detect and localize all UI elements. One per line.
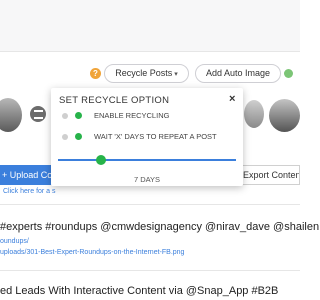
- avatar[interactable]: [0, 98, 22, 132]
- radio-icon[interactable]: [62, 113, 68, 119]
- post-link[interactable]: oundups/: [0, 238, 29, 245]
- avatar[interactable]: [244, 100, 264, 128]
- post-text: #experts #roundups @cmwdesignagency @nir…: [0, 221, 320, 233]
- enable-recycling-option[interactable]: ENABLE RECYCLING: [62, 111, 242, 121]
- post-link[interactable]: uploads/301-Best-Expert-Roundups-on-the-…: [0, 249, 184, 256]
- help-icon[interactable]: ?: [90, 68, 101, 79]
- recycle-posts-label: Recycle Posts: [115, 68, 173, 78]
- chevron-down-icon: ▾: [174, 71, 178, 78]
- recycle-posts-button[interactable]: Recycle Posts ▾: [104, 64, 189, 83]
- post-text: ed Leads With Interactive Content via @S…: [0, 285, 279, 297]
- days-slider-handle[interactable]: [96, 155, 106, 165]
- add-auto-image-button[interactable]: Add Auto Image: [195, 64, 281, 83]
- radio-icon[interactable]: [62, 134, 68, 140]
- close-icon[interactable]: ×: [229, 93, 235, 105]
- wait-days-option[interactable]: WAIT 'X' DAYS TO REPEAT A POST: [62, 132, 242, 142]
- divider: [0, 270, 300, 271]
- upload-content-button[interactable]: + Upload Co: [0, 165, 55, 185]
- days-slider-track[interactable]: [58, 159, 236, 161]
- status-dot-icon: [75, 112, 82, 119]
- top-bar: [0, 0, 300, 52]
- stack-icon: [34, 110, 43, 119]
- export-content-button[interactable]: Export Content: [234, 165, 300, 185]
- divider: [0, 204, 300, 205]
- option-label: ENABLE RECYCLING: [94, 111, 170, 120]
- recycle-option-modal: SET RECYCLE OPTION × ENABLE RECYCLING WA…: [51, 88, 243, 186]
- slider-value: 7 DAYS: [133, 175, 161, 184]
- buffer-avatar[interactable]: [27, 103, 49, 125]
- option-label: WAIT 'X' DAYS TO REPEAT A POST: [94, 132, 217, 141]
- modal-title: SET RECYCLE OPTION: [59, 95, 170, 106]
- avatar[interactable]: [269, 99, 300, 132]
- click-here-link[interactable]: Click here for a s: [3, 188, 56, 195]
- status-dot-icon: [75, 133, 82, 140]
- auto-image-toggle[interactable]: [284, 69, 293, 78]
